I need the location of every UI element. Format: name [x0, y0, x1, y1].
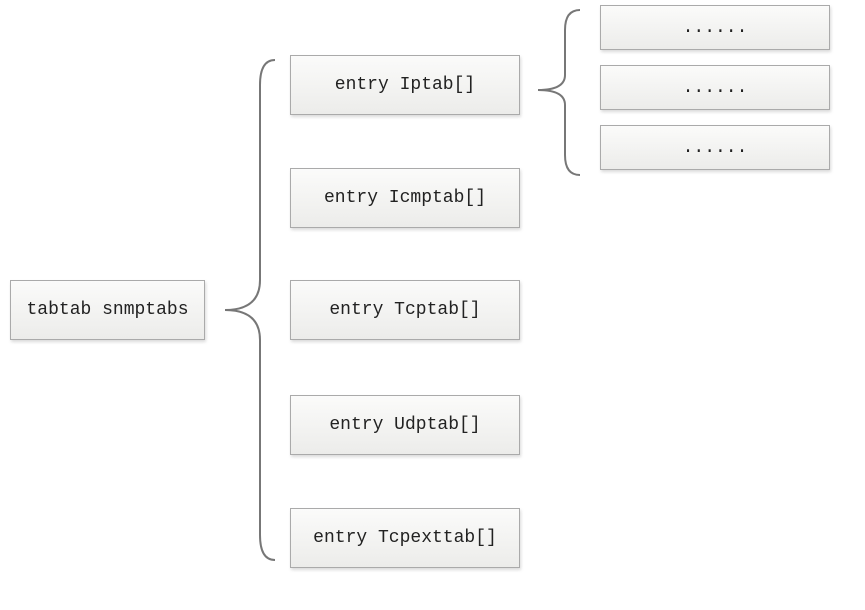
entry-node: entry Udptab[] [290, 395, 520, 455]
entry-label: entry Tcpexttab[] [313, 528, 497, 548]
entry-label: entry Iptab[] [335, 75, 475, 95]
root-label: tabtab snmptabs [26, 300, 188, 320]
entry-label: entry Udptab[] [329, 415, 480, 435]
sub-entry-label: ...... [683, 18, 748, 38]
brace-sub [530, 5, 585, 180]
brace-root [215, 55, 280, 565]
sub-entry-label: ...... [683, 138, 748, 158]
entry-node: entry Tcpexttab[] [290, 508, 520, 568]
sub-entry-label: ...... [683, 78, 748, 98]
sub-entry-node: ...... [600, 125, 830, 170]
root-node: tabtab snmptabs [10, 280, 205, 340]
entry-label: entry Tcptab[] [329, 300, 480, 320]
entry-node: entry Tcptab[] [290, 280, 520, 340]
sub-entry-node: ...... [600, 5, 830, 50]
sub-entry-node: ...... [600, 65, 830, 110]
entry-label: entry Icmptab[] [324, 188, 486, 208]
entry-node: entry Iptab[] [290, 55, 520, 115]
entry-node: entry Icmptab[] [290, 168, 520, 228]
